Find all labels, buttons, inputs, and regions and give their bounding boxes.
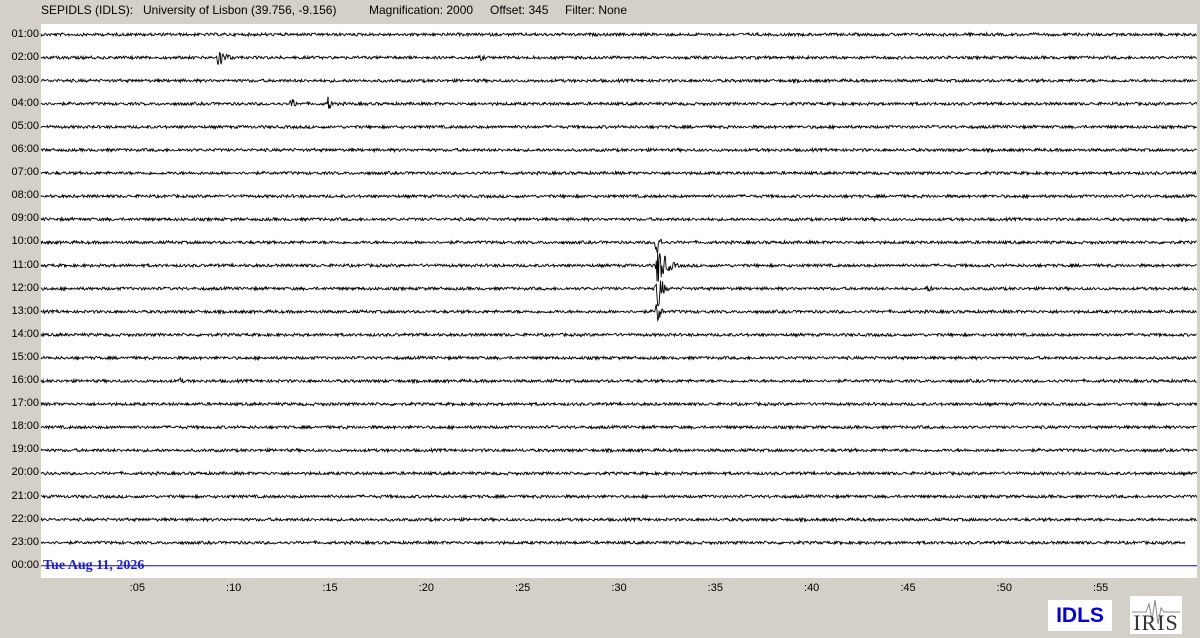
hour-label: 02:00 (11, 50, 39, 63)
trace-line (40, 123, 1198, 131)
hour-label: 05:00 (11, 119, 39, 132)
iris-logo-text: IRIS (1133, 610, 1179, 635)
hour-label: 11:00 (12, 258, 39, 271)
x-tick-label: :55 (1093, 582, 1109, 594)
x-tick-label: :40 (804, 582, 820, 594)
hour-label: 04:00 (11, 96, 39, 109)
hour-label: 18:00 (11, 420, 39, 433)
trace-line (40, 77, 1197, 85)
trace-line (40, 516, 1197, 523)
hour-label: 17:00 (11, 397, 39, 410)
hour-label: 07:00 (11, 166, 39, 179)
idls-logo: IDLS (1048, 600, 1112, 631)
date-label: Tue Aug 11, 2026 (43, 558, 145, 573)
hour-label: 15:00 (11, 350, 39, 363)
x-tick-label: :25 (515, 582, 531, 594)
trace-line (40, 376, 1197, 385)
hour-label: 22:00 (11, 512, 39, 525)
x-tick-label: :35 (707, 582, 723, 594)
trace-line (40, 280, 1197, 307)
hour-label: 12:00 (11, 281, 39, 294)
seismogram-traces (40, 31, 1198, 567)
trace-line (40, 493, 1198, 500)
trace-line (40, 252, 1197, 282)
trace-line (40, 52, 1197, 65)
x-tick-label: :20 (418, 582, 434, 594)
hour-label: 19:00 (11, 443, 39, 456)
trace-line (40, 96, 1198, 109)
trace-line (40, 447, 1198, 454)
hour-label: 06:00 (11, 143, 39, 155)
trace-line (40, 331, 1197, 338)
trace-line (40, 31, 1198, 38)
hour-label: 10:00 (11, 235, 39, 248)
x-tick-label: :15 (322, 582, 338, 594)
x-tick-label: :05 (129, 582, 145, 594)
hour-label: 13:00 (11, 304, 39, 317)
trace-line (40, 216, 1198, 223)
x-tick-label: :10 (226, 582, 242, 594)
hour-label: 01:00 (11, 27, 39, 40)
hour-label: 08:00 (11, 189, 39, 202)
trace-line (40, 304, 1198, 323)
hour-label: 21:00 (11, 489, 39, 502)
hour-label: 00:00 (11, 558, 39, 571)
trace-line (40, 539, 1186, 546)
hour-label: 16:00 (11, 374, 39, 386)
hour-label: 23:00 (11, 535, 39, 548)
trace-line (40, 470, 1198, 477)
trace-line (40, 193, 1197, 200)
x-tick-label: :30 (611, 582, 627, 594)
x-tick-label: :45 (900, 582, 916, 594)
hour-label: 03:00 (11, 73, 39, 86)
trace-line (40, 354, 1197, 362)
trace-line (40, 169, 1197, 177)
iris-logo: IRIS (1130, 596, 1182, 635)
hour-label: 09:00 (11, 212, 39, 225)
trace-line (40, 146, 1197, 154)
x-tick-label: :50 (996, 582, 1012, 594)
trace-line (40, 238, 1197, 253)
hour-label: 14:00 (11, 327, 39, 340)
trace-line (40, 400, 1198, 408)
trace-line (40, 424, 1197, 431)
hour-label: 20:00 (11, 466, 39, 479)
